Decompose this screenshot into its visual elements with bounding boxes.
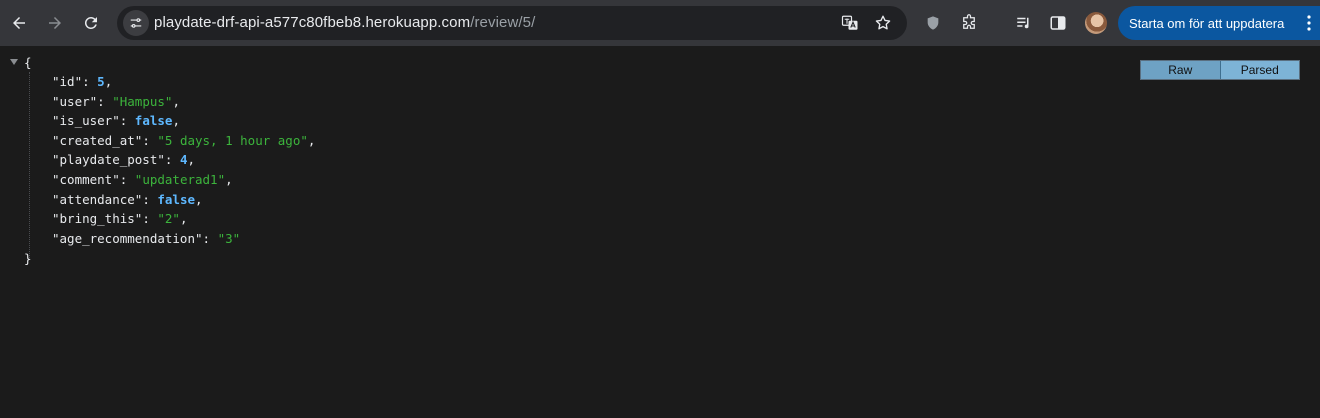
back-button[interactable] xyxy=(5,9,33,37)
reload-icon xyxy=(84,16,97,29)
forward-arrow-icon xyxy=(49,17,61,29)
url-path: /review/5/ xyxy=(470,14,536,31)
json-value: "updaterad1" xyxy=(134,172,226,187)
shield-extension-icon[interactable] xyxy=(922,12,944,34)
back-arrow-icon xyxy=(13,17,25,29)
json-key: "attendance" xyxy=(52,191,143,207)
json-key: "user" xyxy=(52,93,98,109)
json-comma: , xyxy=(187,152,196,168)
json-field-row: "id": 5, xyxy=(52,74,113,89)
site-info-button[interactable] xyxy=(123,10,149,36)
forward-button[interactable] xyxy=(41,9,69,37)
json-value: false xyxy=(134,113,173,129)
side-panel-icon[interactable] xyxy=(1047,12,1069,34)
json-key: "created_at" xyxy=(52,132,143,148)
view-mode-switch: Raw Parsed xyxy=(1140,60,1300,80)
json-comma: , xyxy=(225,172,233,187)
json-key: "playdate_post" xyxy=(52,152,165,168)
json-key: "id" xyxy=(52,74,83,89)
parsed-button[interactable]: Parsed xyxy=(1219,61,1299,79)
json-field-row: "created_at": "5 days, 1 hour ago", xyxy=(52,132,316,148)
bookmark-star-icon[interactable] xyxy=(873,13,893,33)
extensions-puzzle-icon[interactable] xyxy=(958,12,980,34)
json-comma: , xyxy=(172,93,180,109)
more-menu-icon[interactable] xyxy=(1306,15,1312,31)
json-field-row: "comment": "updaterad1", xyxy=(52,172,233,187)
json-key: "comment" xyxy=(52,172,120,187)
json-value: "3" xyxy=(217,230,241,246)
avatar[interactable] xyxy=(1085,12,1107,34)
json-field-row: "age_recommendation": "3" xyxy=(52,230,241,246)
json-open-brace: { xyxy=(24,55,32,70)
address-bar[interactable]: playdate-drf-api-a577c80fbeb8.herokuapp.… xyxy=(117,6,907,40)
json-field-row: "is_user": false, xyxy=(52,113,180,129)
json-comma: , xyxy=(307,132,316,148)
restart-to-update-label: Starta om för att uppdatera xyxy=(1129,15,1285,31)
json-value: 5 xyxy=(97,74,105,89)
json-comma: , xyxy=(104,74,113,89)
json-key: "is_user" xyxy=(52,113,120,129)
browser-toolbar: playdate-drf-api-a577c80fbeb8.herokuapp.… xyxy=(0,0,1320,46)
json-comma: , xyxy=(172,113,180,129)
media-queue-icon[interactable] xyxy=(1013,12,1035,34)
collapse-toggle-icon[interactable] xyxy=(10,59,18,65)
json-value: "Hampus" xyxy=(112,93,173,109)
json-field-row: "attendance": false, xyxy=(52,191,203,207)
site-info-icon xyxy=(130,18,142,28)
reload-button[interactable] xyxy=(77,9,105,37)
url-text[interactable]: playdate-drf-api-a577c80fbeb8.herokuapp.… xyxy=(154,14,535,31)
json-field-row: "user": "Hampus", xyxy=(52,93,180,109)
json-key: "age_recommendation" xyxy=(52,230,203,246)
json-field-row: "bring_this": "2", xyxy=(52,211,188,227)
json-field-row: "playdate_post": 4, xyxy=(52,152,196,168)
json-value: false xyxy=(157,191,196,207)
restart-to-update-button[interactable]: Starta om för att uppdatera xyxy=(1118,6,1320,40)
json-comma: , xyxy=(195,191,203,207)
json-viewer: { "id": 5, "user": "Hampus", "is_user": fa… xyxy=(0,46,1320,418)
translate-icon[interactable] xyxy=(840,13,860,33)
url-host: playdate-drf-api-a577c80fbeb8.herokuapp.… xyxy=(154,14,471,31)
json-value: "2" xyxy=(157,211,180,227)
json-value: "5 days, 1 hour ago" xyxy=(157,132,308,148)
json-close-brace: } xyxy=(24,251,32,266)
raw-button[interactable]: Raw xyxy=(1141,61,1220,79)
json-comma: , xyxy=(179,211,188,227)
indent-guide xyxy=(29,72,30,258)
json-key: "bring_this" xyxy=(52,211,143,227)
